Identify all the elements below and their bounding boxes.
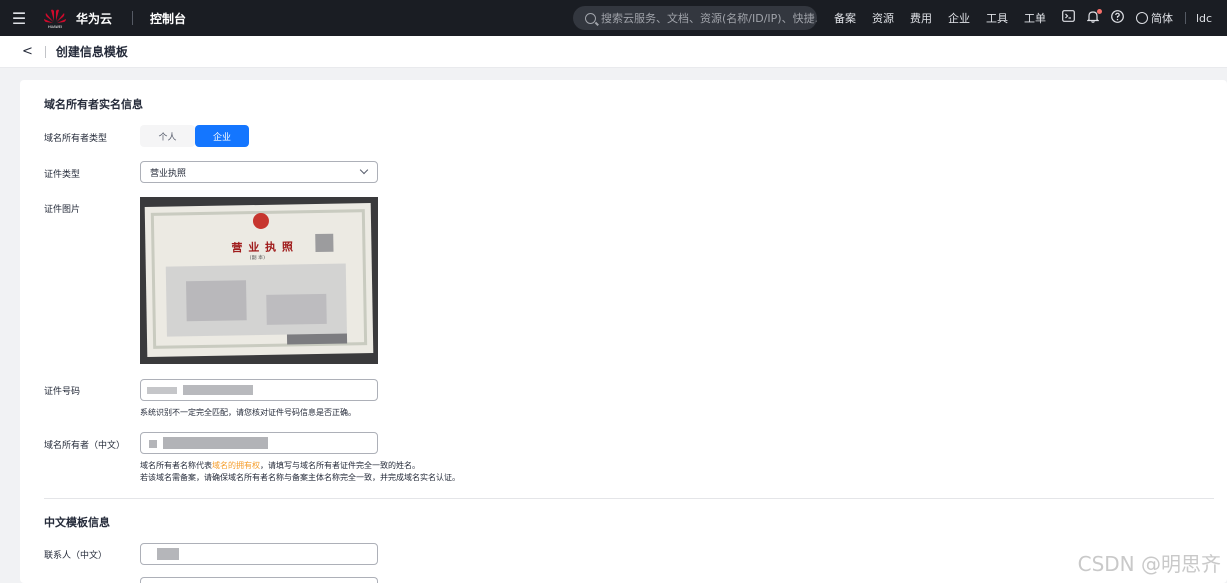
contact-cn-label: 联系人（中文）	[44, 551, 108, 561]
owner-type-label: 域名所有者类型	[44, 134, 108, 144]
search-placeholder: 搜索云服务、文档、资源(名称/ID/IP)、快捷...	[601, 12, 817, 25]
bell-icon[interactable]	[1086, 8, 1102, 27]
section-title-cn-template: 中文模板信息	[44, 516, 110, 529]
user-menu[interactable]: ldc	[1196, 12, 1212, 25]
back-arrow-icon[interactable]: <	[22, 44, 33, 59]
redacted-block	[266, 293, 327, 325]
globe-icon	[1136, 12, 1148, 24]
redacted-text	[163, 437, 268, 449]
header-divider	[44, 45, 46, 58]
cert-number-hint: 系统识别不一定完全匹配，请您核对证件号码信息是否正确。	[140, 408, 356, 417]
nav-link-beian[interactable]: 备案	[834, 10, 856, 26]
logo-subtext: HUAWEI	[48, 25, 62, 29]
owner-cn-input[interactable]	[140, 432, 378, 454]
nav-link-billing[interactable]: 费用	[910, 10, 932, 26]
owner-cn-label: 域名所有者（中文）	[44, 441, 126, 451]
nav-links: 备案 资源 费用 企业 工具 工单 简体 ldc	[834, 0, 1212, 36]
cert-number-input[interactable]	[140, 379, 378, 401]
global-search-input[interactable]: 搜索云服务、文档、资源(名称/ID/IP)、快捷...	[573, 6, 817, 30]
nav-link-resources[interactable]: 资源	[872, 10, 894, 26]
nav-link-tickets[interactable]: 工单	[1024, 10, 1046, 26]
owner-type-personal-button[interactable]: 个人	[140, 125, 195, 147]
nav-link-enterprise[interactable]: 企业	[948, 10, 970, 26]
page-title: 创建信息模板	[55, 45, 128, 59]
owner-cn-hint-2: 若该域名需备案，请确保域名所有者名称与备案主体名称完全一致，并完成域名实名认证。	[140, 473, 460, 482]
top-nav-bar: ☰ HUAWEI 华为云 控制台 搜索云服务、文档、资源(名称/ID/IP)、快…	[0, 0, 1227, 36]
huawei-logo-icon: HUAWEI	[44, 9, 66, 29]
nav-divider	[132, 11, 134, 25]
cert-type-value: 营业执照	[150, 168, 187, 179]
redacted-block	[186, 280, 247, 322]
owner-cn-hint-1: 域名所有者名称代表域名的拥有权，请填写与域名所有者证件完全一致的姓名。	[140, 460, 420, 471]
cert-type-select[interactable]: 营业执照	[140, 161, 378, 183]
license-subheading: (副 本)	[249, 254, 266, 262]
nav-link-tools[interactable]: 工具	[986, 10, 1008, 26]
owner-hint-highlight: 域名的拥有权	[212, 461, 260, 470]
license-paper: 营 业 执 照 (副 本)	[144, 203, 374, 357]
huawei-cloud-logo[interactable]: HUAWEI 华为云	[42, 7, 112, 29]
notification-dot	[1097, 8, 1102, 14]
redacted-block	[286, 333, 348, 345]
language-switcher[interactable]: 简体	[1136, 10, 1173, 26]
watermark: CSDN @明思齐	[1077, 552, 1221, 576]
chevron-down-icon	[359, 165, 369, 175]
cert-number-label: 证件号码	[44, 387, 81, 397]
terminal-icon[interactable]	[1062, 10, 1075, 26]
cert-image-preview[interactable]: 营 业 执 照 (副 本)	[140, 197, 378, 364]
redacted-text	[157, 548, 179, 560]
owner-hint-text-pre: 域名所有者名称代表	[140, 461, 212, 470]
redacted-block	[315, 233, 334, 253]
language-label: 简体	[1151, 12, 1173, 25]
search-icon	[585, 12, 596, 24]
owner-type-enterprise-button[interactable]: 企业	[195, 125, 249, 147]
redacted-text	[183, 385, 253, 395]
cert-type-label: 证件类型	[44, 170, 81, 180]
help-icon[interactable]	[1111, 9, 1124, 27]
form-card: 域名所有者实名信息 域名所有者类型 个人 企业 证件类型 营业执照 证件图片 营…	[20, 80, 1227, 583]
page-header: < 创建信息模板	[0, 36, 1227, 68]
license-heading: 营 业 执 照	[231, 240, 295, 255]
redacted-text	[149, 440, 157, 448]
cert-image-label: 证件图片	[44, 205, 81, 215]
nav-divider-2	[1185, 12, 1186, 24]
contact-cn-input[interactable]	[140, 543, 378, 565]
brand-name: 华为云	[76, 11, 113, 26]
section-title-real-name: 域名所有者实名信息	[44, 98, 143, 111]
redacted-text	[147, 387, 177, 394]
next-input-partial[interactable]	[140, 577, 378, 583]
menu-icon[interactable]: ☰	[0, 0, 38, 36]
section-divider	[44, 498, 1214, 499]
owner-type-segmented: 个人 企业	[140, 125, 249, 147]
console-link[interactable]: 控制台	[150, 10, 186, 27]
owner-hint-text-post: ，请填写与域名所有者证件完全一致的姓名。	[260, 461, 420, 470]
